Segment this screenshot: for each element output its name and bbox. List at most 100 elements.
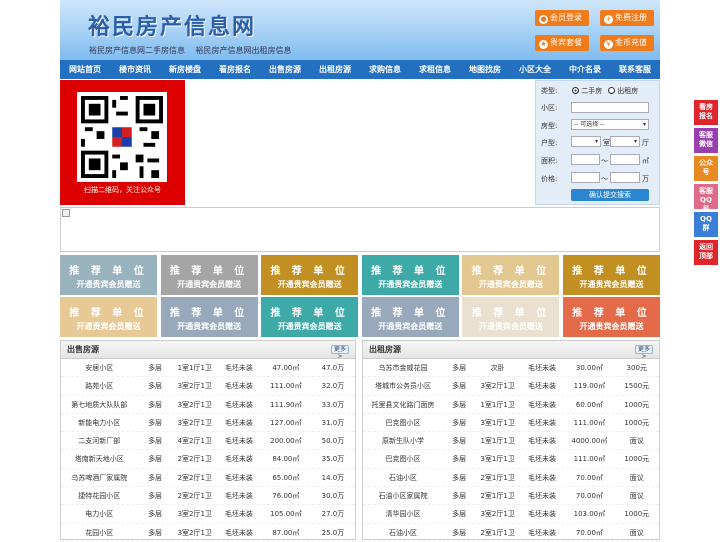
community-cell[interactable]: 乌苏啤酒厂家属院: [61, 469, 137, 486]
nav-item[interactable]: 联系客服: [610, 60, 660, 79]
sale-more-button[interactable]: 更多>: [331, 345, 349, 360]
community-cell[interactable]: 石油小区: [363, 524, 443, 541]
community-cell[interactable]: 捷特花园小区: [61, 487, 137, 504]
community-cell[interactable]: 第七地质大队队部: [61, 396, 137, 413]
listing-row[interactable]: 捷特花园小区 多层 2室2厅1卫 毛坯未装 76.00㎡ 30.0万: [61, 487, 355, 506]
decor-cell: 毛坯未装: [224, 473, 253, 482]
tile-subtitle: 开通贵宾会员赠送: [478, 280, 543, 289]
login-button[interactable]: ● 会员登录: [535, 10, 589, 26]
listing-row[interactable]: 托里县文化路门面房 多层 1室1厅1卫 毛坯未装 60.00㎡ 1000元: [363, 396, 659, 414]
sidebar-button[interactable]: 客服QQ号: [694, 184, 718, 213]
nav-item[interactable]: 看房报名: [210, 60, 260, 79]
recommend-tile[interactable]: 推 荐 单 位开通贵宾会员赠送: [361, 255, 459, 295]
community-cell[interactable]: 塔城市公务员小区: [363, 377, 443, 394]
recommend-tile[interactable]: 推 荐 单 位开通贵宾会员赠送: [462, 255, 560, 295]
sublink-rent[interactable]: 裕民房产信息网出租房信息: [196, 46, 292, 55]
listing-row[interactable]: 石油小区 多层 2室1厅1卫 毛坯未装 70.00㎡ 面议: [363, 524, 659, 542]
site-logo[interactable]: 裕民房产信息网: [88, 9, 256, 41]
sublink-sale[interactable]: 裕民房产信息网二手房信息: [89, 46, 185, 55]
recommend-tile[interactable]: 推 荐 单 位开通贵宾会员赠送: [563, 297, 660, 337]
hall-select[interactable]: ▾: [610, 136, 640, 147]
listing-row[interactable]: 巴克图小区 多层 3室1厅1卫 毛坯未装 111.00㎡ 1000元: [363, 450, 659, 469]
listing-row[interactable]: 巴克图小区 多层 3室1厅1卫 毛坯未装 111.00㎡ 1000元: [363, 414, 659, 433]
price-min-input[interactable]: [571, 172, 600, 183]
community-cell[interactable]: 安居小区: [61, 359, 137, 376]
community-cell[interactable]: 石油小区: [363, 469, 443, 486]
room-select[interactable]: ▾: [571, 136, 601, 147]
community-cell[interactable]: 花园小区: [61, 524, 137, 541]
recommend-tile[interactable]: 推 荐 单 位开通贵宾会员赠送: [160, 255, 258, 295]
listing-row[interactable]: 二支河新厂部 多层 4室2厅1卫 毛坯未装 200.00㎡ 50.0万: [61, 432, 355, 451]
nav-item[interactable]: 出售房源: [260, 60, 310, 79]
user-icon: ●: [539, 15, 548, 24]
community-cell[interactable]: 乌苏市金威花园: [363, 359, 443, 376]
recommend-tile[interactable]: 推 荐 单 位开通贵宾会员赠送: [261, 255, 359, 295]
ad-banner[interactable]: [60, 207, 660, 252]
listing-row[interactable]: 新能电力小区 多层 3室2厅1卫 毛坯未装 127.00㎡ 31.0万: [61, 414, 355, 433]
sidebar-button[interactable]: 返回顶部: [694, 240, 718, 265]
sidebar-button[interactable]: 公众号: [694, 156, 718, 181]
recommend-tile[interactable]: 推 荐 单 位开通贵宾会员赠送: [462, 297, 560, 337]
nav-item[interactable]: 地图找房: [460, 60, 510, 79]
recommend-tile[interactable]: 推 荐 单 位开通贵宾会员赠送: [261, 297, 359, 337]
recommend-tile[interactable]: 推 荐 单 位开通贵宾会员赠送: [563, 255, 660, 295]
community-cell[interactable]: 电力小区: [61, 505, 137, 522]
nav-item[interactable]: 求租信息: [410, 60, 460, 79]
recommend-tile[interactable]: 推 荐 单 位开通贵宾会员赠送: [160, 297, 258, 337]
nav-item[interactable]: 出租房源: [310, 60, 360, 79]
register-button[interactable]: + 免费注册: [600, 10, 654, 26]
nav-item[interactable]: 新房楼盘: [160, 60, 210, 79]
area-min-input[interactable]: [571, 154, 600, 165]
nav-item[interactable]: 小区大全: [510, 60, 560, 79]
price-max-input[interactable]: [610, 172, 640, 183]
community-cell[interactable]: 巴克图小区: [363, 450, 443, 467]
area-cell: 84.00㎡: [272, 455, 300, 464]
listing-row[interactable]: 安居小区 多层 1室1厅1卫 毛坯未装 47.00㎡ 47.0万: [61, 359, 355, 378]
nav-item[interactable]: 求购信息: [360, 60, 410, 79]
community-cell[interactable]: 路苑小区: [61, 377, 137, 394]
sidebar-button[interactable]: QQ群: [694, 212, 718, 237]
vip-icon: ★: [539, 40, 548, 49]
listing-row[interactable]: 原新生队小学 多层 1室1厅1卫 毛坯未装 4000.00㎡ 面议: [363, 432, 659, 451]
house-type-select[interactable]: -- 可选择 -- ▾: [571, 119, 649, 130]
listing-row[interactable]: 石油小区家属院 多层 2室1厅1卫 毛坯未装 70.00㎡ 面议: [363, 487, 659, 506]
listing-row[interactable]: 路苑小区 多层 3室2厅1卫 毛坯未装 111.00㎡ 32.0万: [61, 377, 355, 396]
listing-row[interactable]: 电力小区 多层 3室2厅1卫 毛坯未装 105.00㎡ 27.0万: [61, 505, 355, 524]
listing-row[interactable]: 第七地质大队队部 多层 3室2厅1卫 毛坯未装 111.90㎡ 33.0万: [61, 396, 355, 414]
recommend-tile[interactable]: 推 荐 单 位开通贵宾会员赠送: [60, 255, 157, 295]
listing-row[interactable]: 塔南新天地小区 多层 2室2厅1卫 毛坯未装 84.00㎡ 35.0万: [61, 450, 355, 469]
community-cell[interactable]: 塔南新天地小区: [61, 450, 137, 467]
vip-package-button[interactable]: ★ 贵宾套餐: [535, 35, 589, 51]
area-max-input[interactable]: [610, 154, 640, 165]
community-cell[interactable]: 巴克图小区: [363, 414, 443, 431]
sidebar-button[interactable]: 看房报名: [694, 100, 718, 125]
decor-cell: 毛坯未装: [224, 437, 253, 446]
rent-more-button[interactable]: 更多>: [635, 345, 653, 360]
sidebar-button[interactable]: 客服微信: [694, 128, 718, 153]
listing-row[interactable]: 清华园小区 多层 3室2厅1卫 毛坯未装 103.00㎡ 1000元: [363, 505, 659, 524]
recommend-tile[interactable]: 推 荐 单 位开通贵宾会员赠送: [361, 297, 459, 337]
tile-title: 推 荐 单 位: [169, 308, 249, 319]
floor-cell: 多层: [148, 455, 163, 464]
nav-item[interactable]: 中介名录: [560, 60, 610, 79]
nav-item[interactable]: 网站首页: [60, 60, 110, 79]
community-cell[interactable]: 原新生队小学: [363, 432, 443, 449]
community-cell[interactable]: 二支河新厂部: [61, 432, 137, 449]
listing-row[interactable]: 塔城市公务员小区 多层 3室2厅1卫 毛坯未装 119.00㎡ 1500元: [363, 377, 659, 396]
community-input[interactable]: [571, 102, 649, 113]
community-cell[interactable]: 清华园小区: [363, 505, 443, 522]
radio-second-hand[interactable]: 二手房: [572, 86, 602, 96]
recharge-button[interactable]: ¥ 金币充值: [600, 35, 654, 51]
search-submit-button[interactable]: 确认提交搜索: [571, 189, 649, 201]
nav-item[interactable]: 楼市资讯: [110, 60, 160, 79]
community-cell[interactable]: 托里县文化路门面房: [363, 396, 443, 413]
listing-row[interactable]: 花园小区 多层 3室2厅1卫 毛坯未装 87.00㎡ 25.0万: [61, 524, 355, 542]
listing-row[interactable]: 石油小区 多层 2室1厅1卫 毛坯未装 70.00㎡ 面议: [363, 469, 659, 488]
listing-row[interactable]: 乌苏啤酒厂家属院 多层 2室2厅1卫 毛坯未装 65.00㎡ 14.0万: [61, 469, 355, 488]
radio-rent[interactable]: 出租房: [608, 86, 638, 96]
community-cell[interactable]: 新能电力小区: [61, 414, 137, 431]
community-cell[interactable]: 石油小区家属院: [363, 487, 443, 504]
header-sublinks: 裕民房产信息网二手房信息 裕民房产信息网出租房信息: [89, 45, 300, 56]
listing-row[interactable]: 乌苏市金威花园 多层 次卧 毛坯未装 30.00㎡ 300元: [363, 359, 659, 378]
recommend-tile[interactable]: 推 荐 单 位开通贵宾会员赠送: [60, 297, 157, 337]
